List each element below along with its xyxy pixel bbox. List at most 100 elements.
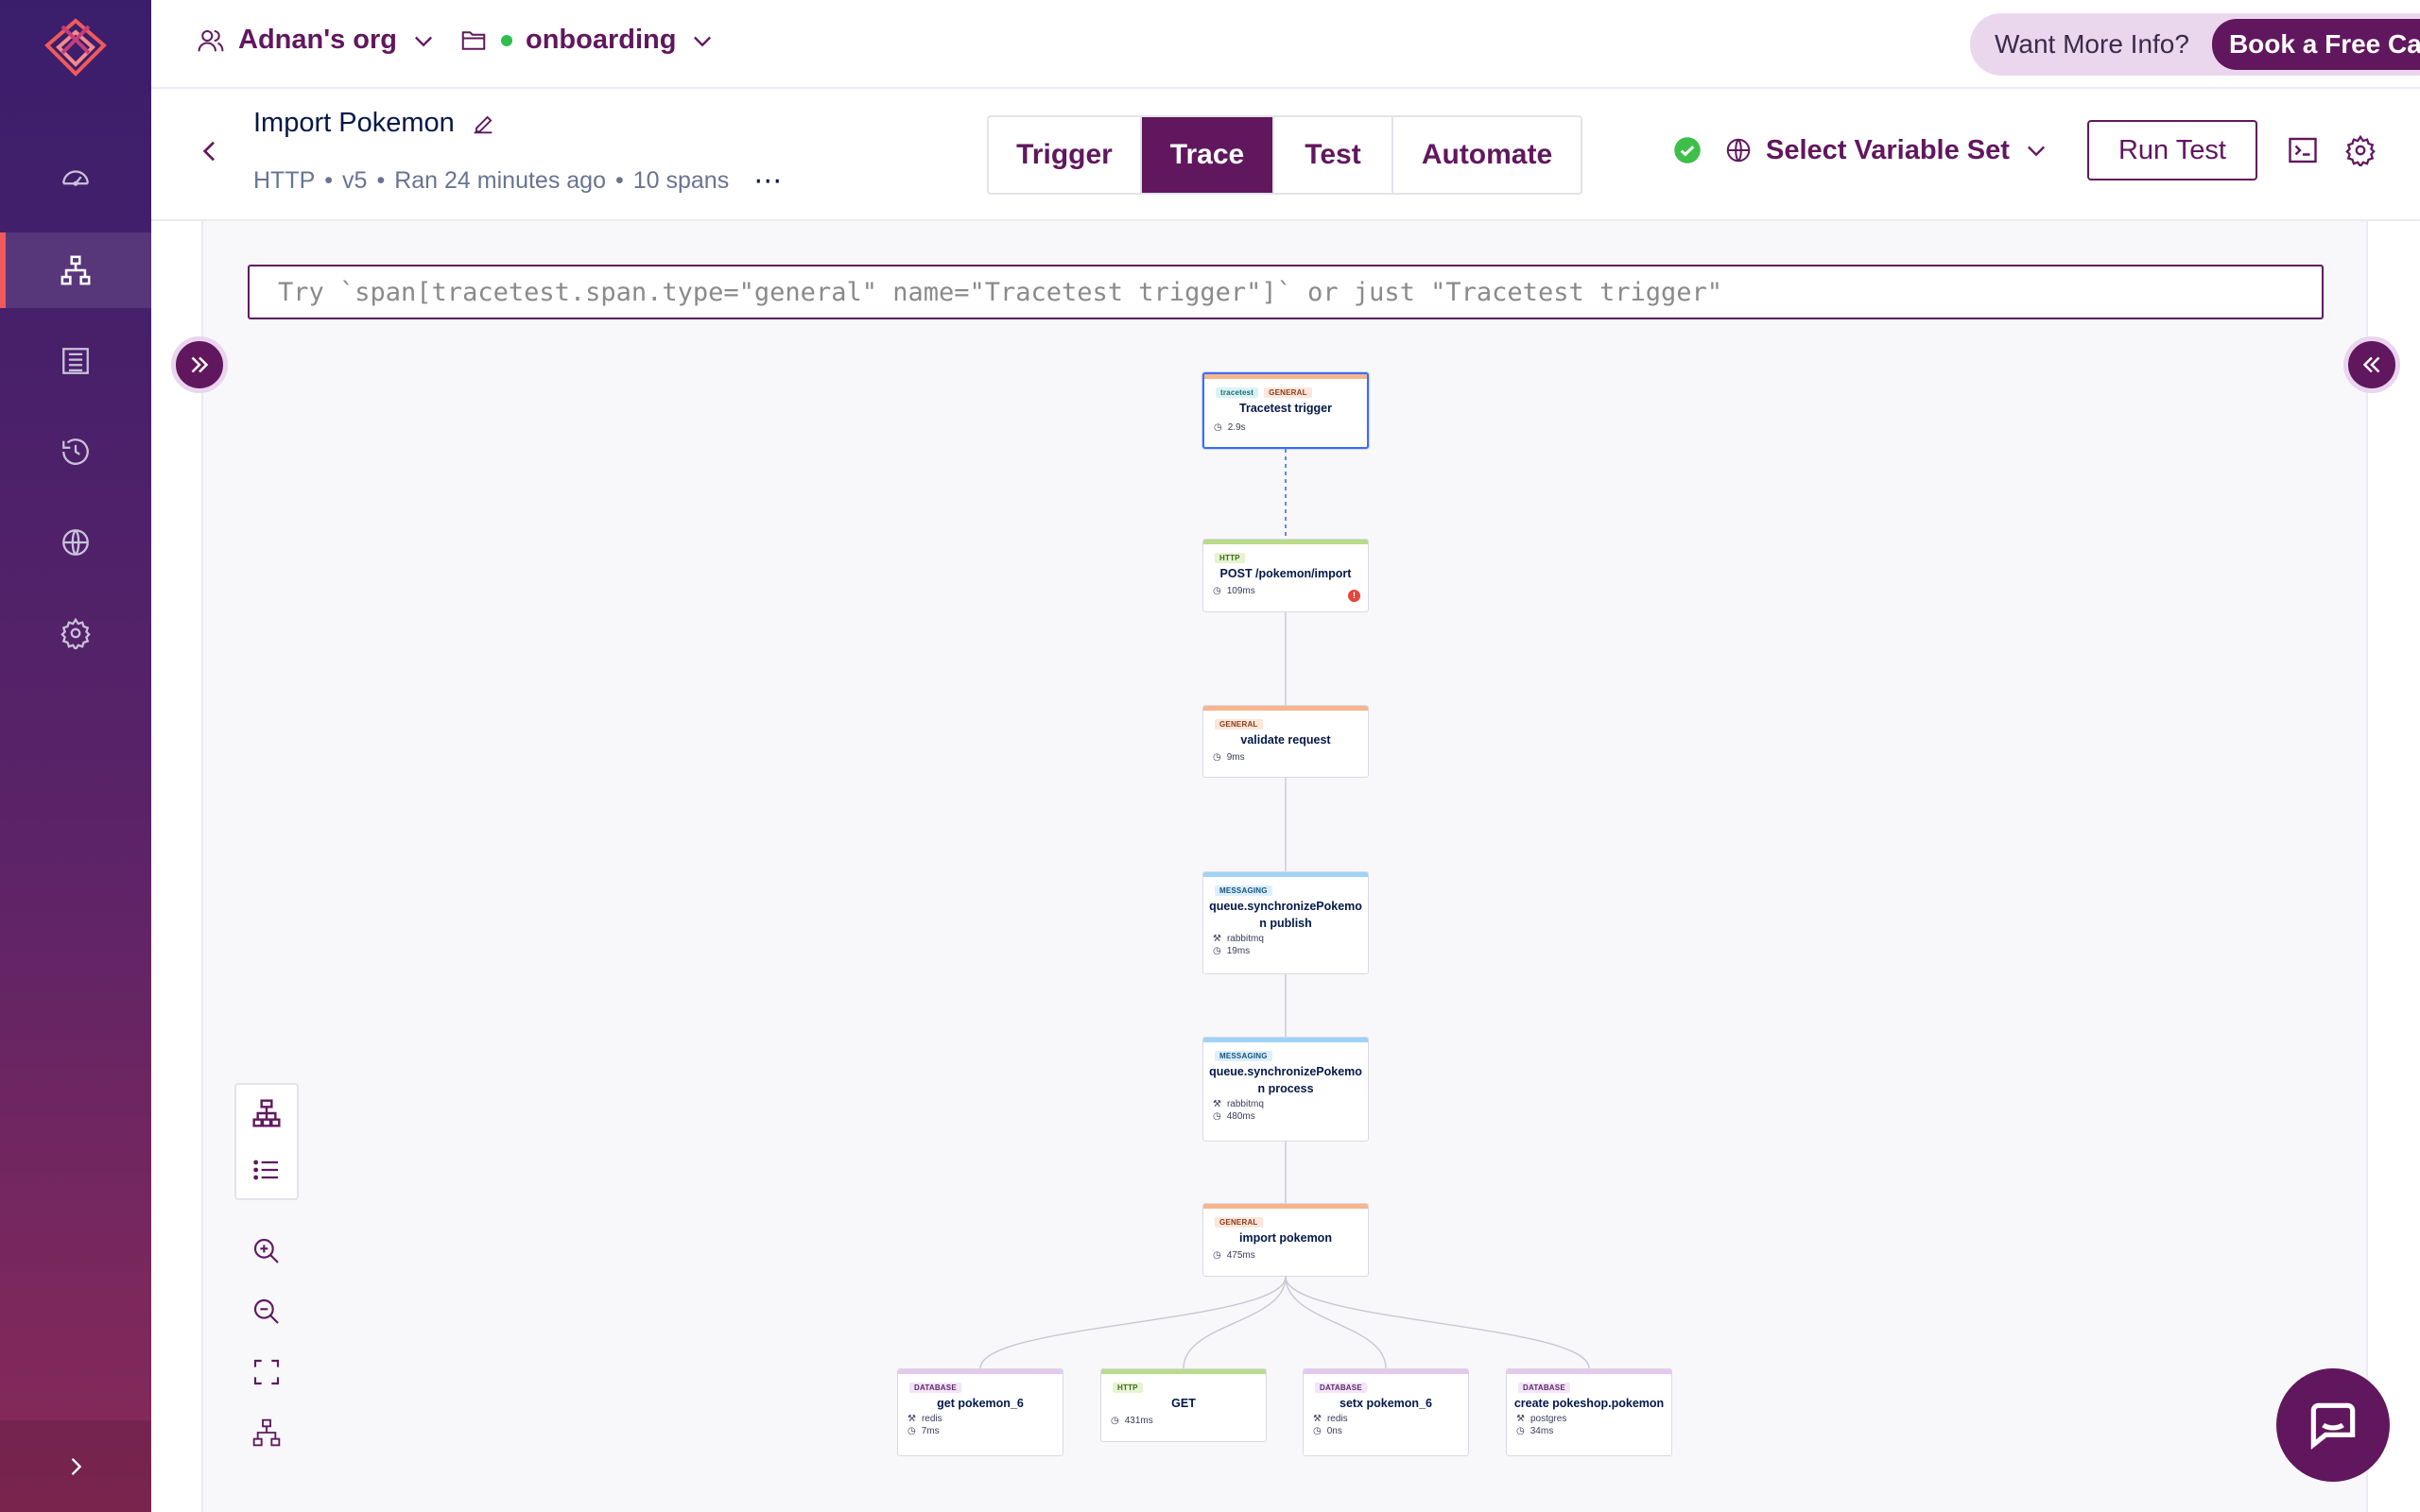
meta-separator: • [324,167,334,194]
environment-selector[interactable]: onboarding [459,25,716,56]
variable-set-label: Select Variable Set [1766,134,2010,165]
span-service-row: ⚒ postgres [1507,1412,1671,1424]
span-node[interactable]: MESSAGING queue.synchronizePokemon proce… [1202,1037,1369,1142]
span-title: Tracetest trigger [1239,402,1332,415]
span-badges: HTTP [1203,544,1368,563]
sidebar-item-history[interactable] [0,414,151,490]
span-duration-row: ◷ 19ms [1203,944,1368,956]
span-duration: 34ms [1530,1426,1554,1436]
back-button[interactable] [195,136,225,171]
span-badges: HTTP [1101,1374,1266,1393]
double-chevron-right-icon [191,356,209,373]
clock-icon: ◷ [1214,422,1222,433]
tab-trace[interactable]: Trace [1142,117,1274,193]
sidebar-item-dashboard[interactable] [0,142,151,217]
span-node[interactable]: DATABASE get pokemon_6 ⚒ redis ◷ 7ms [897,1368,1063,1456]
span-duration-row: ◷ 0ns [1304,1424,1468,1436]
gear-icon [2345,134,2376,166]
minimap-button[interactable] [234,1406,299,1459]
fullscreen-icon [253,1359,280,1385]
list-box-icon [62,348,89,374]
span-badge: GENERAL [1215,1217,1263,1228]
span-duration: 9ms [1226,752,1245,763]
zoom-out-button[interactable] [234,1285,299,1338]
span-node[interactable]: DATABASE create pokeshop.pokemon ⚒ postgr… [1506,1368,1672,1456]
book-call-button[interactable]: Book a Free Call [2211,19,2420,70]
span-search-input[interactable] [248,265,2324,319]
meta-separator: • [376,167,386,194]
span-node[interactable]: HTTP GET ◷ 431ms [1100,1368,1267,1442]
tracetest-logo[interactable] [38,15,113,81]
more-actions-button[interactable]: ⋯ [753,164,782,198]
span-badge: HTTP [1113,1383,1143,1393]
globe-icon [1726,138,1751,163]
settings-button[interactable] [2344,134,2377,166]
span-badge: MESSAGING [1215,1051,1272,1061]
edit-icon[interactable] [470,111,496,137]
zoom-in-icon [253,1238,279,1263]
tool-icon: ⚒ [1213,1099,1221,1109]
span-duration-row: ◷ 480ms [1203,1109,1368,1122]
variable-set-selector[interactable]: Select Variable Set [1724,135,2049,166]
tool-icon: ⚒ [1313,1414,1322,1424]
span-service-row: ⚒ rabbitmq [1203,1097,1368,1109]
timeline-view-button[interactable] [234,1143,299,1196]
dag-view-button[interactable] [234,1087,299,1140]
span-title: queue.synchronizePokemon publish [1209,900,1362,930]
span-duration-row: ◷ 475ms [1203,1246,1368,1261]
span-node[interactable]: DATABASE setx pokemon_6 ⚒ redis ◷ 0ns [1303,1368,1469,1456]
expand-right-panel-button[interactable] [2343,336,2400,393]
folder-icon [461,30,486,50]
sidebar-expand-button[interactable] [0,1420,151,1512]
clock-icon: ◷ [1213,1250,1221,1261]
page-title: Import Pokemon [253,108,455,138]
tab-automate[interactable]: Automate [1393,117,1581,193]
tool-icon: ⚒ [1516,1414,1525,1424]
sidebar-item-tests[interactable] [0,232,151,308]
span-node[interactable]: GENERAL validate request ◷ 9ms [1202,705,1369,778]
tool-icon: ⚒ [1213,934,1221,944]
span-duration: 0ns [1326,1426,1342,1436]
span-service: redis [1326,1414,1348,1424]
terminal-button[interactable] [2286,133,2320,167]
double-chevron-left-icon [2362,356,2380,373]
org-selector[interactable]: Adnan's org [197,25,437,56]
span-service: rabbitmq [1226,934,1264,944]
tool-icon: ⚒ [908,1414,916,1424]
promo-banner: Want More Info? Book a Free Call [1970,13,2420,76]
sidebar [0,0,151,1512]
expand-left-panel-button[interactable] [171,336,228,393]
span-service-row: ⚒ redis [1304,1412,1468,1424]
span-duration: 480ms [1226,1111,1255,1122]
speedometer-icon [62,170,89,186]
span-node[interactable]: MESSAGING queue.synchronizePokemon publi… [1202,871,1369,974]
span-node[interactable]: HTTP POST /pokemon/import ◷ 109ms ! [1202,539,1369,612]
span-badge: DATABASE [1518,1383,1570,1393]
span-title: validate request [1240,733,1331,747]
run-test-button[interactable]: Run Test [2086,120,2257,180]
sidebar-item-settings[interactable] [0,595,151,671]
clock-icon: ◷ [1213,946,1221,956]
chevron-down-icon [2027,146,2045,157]
sidebar-item-environments[interactable] [0,505,151,580]
error-icon: ! [1348,590,1360,602]
sidebar-item-testsuites[interactable] [0,323,151,399]
zoom-in-button[interactable] [234,1225,299,1278]
span-duration: 475ms [1226,1250,1255,1261]
span-service: rabbitmq [1226,1099,1264,1109]
tab-trigger[interactable]: Trigger [989,117,1142,193]
span-node[interactable]: tracetest GENERAL Tracetest trigger ◷ 2.9… [1202,372,1369,449]
span-title: create pokeshop.pokemon [1513,1397,1665,1410]
span-badges: DATABASE [1507,1374,1671,1393]
tab-test[interactable]: Test [1274,117,1393,193]
promo-text: Want More Info? [1995,29,2189,59]
fit-view-button[interactable] [234,1346,299,1399]
span-badges: tracetest GENERAL [1204,379,1367,398]
chat-widget-button[interactable] [2276,1368,2390,1482]
span-badges: GENERAL [1203,711,1368,730]
span-badges: GENERAL [1203,1209,1368,1228]
span-title: POST /pokemon/import [1219,567,1352,580]
clock-icon [62,438,89,465]
header-actions: Select Variable Set Run Test [1673,119,2377,181]
span-node[interactable]: GENERAL import pokemon ◷ 475ms [1202,1203,1369,1277]
